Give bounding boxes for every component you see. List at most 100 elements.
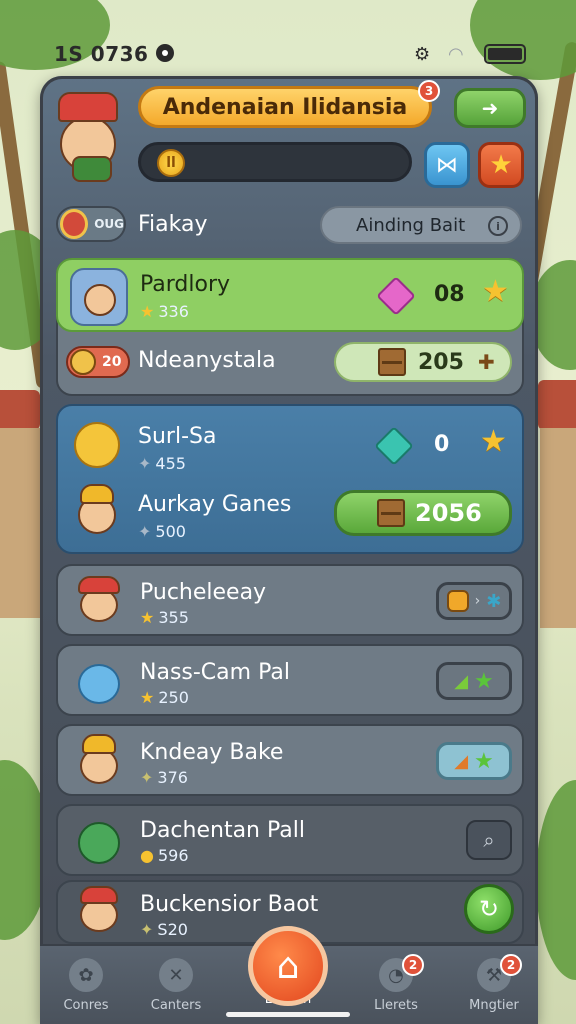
coin-icon: ● bbox=[140, 846, 154, 865]
item-name: Ndeanystala bbox=[138, 348, 276, 373]
character-avatar-icon bbox=[70, 884, 128, 942]
home-indicator bbox=[226, 1012, 350, 1017]
level-badge-text: OUG bbox=[94, 217, 124, 231]
home-button[interactable]: ⌂ bbox=[248, 926, 328, 1006]
shield-icon bbox=[60, 209, 89, 239]
item-score: ✦ 376 bbox=[140, 768, 188, 787]
crate-icon bbox=[378, 348, 406, 376]
title-notification-badge: 3 bbox=[418, 80, 440, 102]
item-name: Surl-Sa bbox=[138, 424, 217, 449]
badge-value: 20 bbox=[102, 354, 122, 370]
bookmark-button[interactable]: ⋈ bbox=[424, 142, 470, 188]
filter-row: OUG Fiakay Ainding Bait i bbox=[56, 204, 522, 246]
list-item[interactable]: Nass-Cam Pal ★ 250 ◢ ★ bbox=[56, 644, 524, 716]
item-icon bbox=[446, 590, 469, 612]
tab-canters[interactable]: ✕ Canters bbox=[136, 958, 216, 1013]
reward-button[interactable]: 2056 bbox=[334, 490, 512, 536]
list-item[interactable]: Dachentan Pall ● 596 ⌕ bbox=[56, 804, 524, 876]
star-icon: ★ bbox=[140, 302, 155, 321]
settings-gear-icon: ⚙ bbox=[414, 44, 431, 65]
status-time: 1S 0736 bbox=[54, 42, 149, 66]
plus-icon: ✚ bbox=[477, 350, 495, 374]
status-bar: 1S 0736 ⚙ ◠ bbox=[0, 0, 576, 80]
character-avatar-icon bbox=[70, 572, 128, 630]
bowtie-icon: ⋈ bbox=[436, 152, 458, 178]
item-score: ● 596 bbox=[140, 846, 189, 865]
sort-dropdown-value: Ainding Bait bbox=[356, 214, 466, 236]
item-score: ★ 250 bbox=[140, 688, 189, 707]
game-title-banner[interactable]: Andenaian Ilidansia bbox=[138, 86, 432, 128]
character-avatar-icon bbox=[68, 482, 126, 540]
item-name: Pucheleeay bbox=[140, 580, 267, 605]
item-name: Nass-Cam Pal bbox=[140, 660, 290, 685]
item-score: ★ 336 bbox=[140, 302, 189, 321]
leaf-icon: ◢ bbox=[454, 670, 469, 692]
row-action-button[interactable]: ◢ ★ bbox=[436, 662, 512, 700]
tab-conres[interactable]: ✿ Conres bbox=[46, 958, 126, 1013]
green-star-icon: ★ bbox=[474, 748, 494, 774]
crate-icon bbox=[377, 499, 405, 527]
star-icon: ✦ bbox=[138, 454, 152, 473]
search-button[interactable]: ⌕ bbox=[466, 820, 512, 860]
reward-bar: 205 ✚ bbox=[334, 342, 512, 382]
favorites-star-button[interactable]: ★ bbox=[478, 142, 524, 188]
green-star-icon: ★ bbox=[474, 668, 494, 694]
star-icon: ✦ bbox=[138, 522, 152, 541]
item-score: ✦ S20 bbox=[140, 920, 188, 939]
refresh-icon: ↻ bbox=[478, 895, 500, 923]
row-action-button[interactable]: › ✱ bbox=[436, 582, 512, 620]
pink-gem-icon bbox=[376, 276, 416, 316]
carrot-icon: ◢ bbox=[454, 750, 469, 772]
teal-gem-icon bbox=[374, 426, 414, 466]
item-score: ✦ 455 bbox=[138, 454, 186, 473]
game-title: Andenaian Ilidansia bbox=[162, 94, 408, 120]
item-score: ★ 355 bbox=[140, 608, 189, 627]
character-avatar-icon bbox=[70, 732, 128, 790]
character-avatar-icon bbox=[70, 268, 128, 326]
item-name: Buckensior Baot bbox=[140, 892, 319, 917]
star-icon: ★ bbox=[140, 688, 155, 707]
level-badge[interactable]: OUG bbox=[56, 206, 126, 242]
filter-label: Fiakay bbox=[138, 212, 208, 237]
list-item[interactable]: Kndeay Bake ✦ 376 ◢ ★ bbox=[56, 724, 524, 796]
star-icon: ✦ bbox=[140, 768, 154, 787]
item-name: Kndeay Bake bbox=[140, 740, 284, 765]
refresh-button[interactable]: ↻ bbox=[464, 884, 514, 934]
progress-bar: ll bbox=[138, 142, 412, 182]
tab-llerets-badge: 2 bbox=[402, 954, 424, 976]
list-item[interactable]: Aurkay Ganes ✦ 500 2056 bbox=[56, 480, 524, 546]
tab-mngtier[interactable]: ⚒ Mngtier bbox=[454, 958, 534, 1013]
swords-icon: ✕ bbox=[159, 958, 193, 992]
list-item[interactable]: Pucheleeay ★ 355 › ✱ bbox=[56, 564, 524, 636]
notification-dot-icon bbox=[156, 44, 174, 62]
item-name: Dachentan Pall bbox=[140, 818, 305, 843]
next-arrow-button[interactable]: ➜ bbox=[454, 88, 526, 128]
blue-creature-icon bbox=[70, 652, 128, 710]
list-item[interactable]: Pardlory ★ 336 08 ★ bbox=[56, 258, 524, 332]
gem-count: 0 bbox=[434, 432, 450, 457]
star-icon: ✦ bbox=[140, 920, 154, 939]
star-icon: ★ bbox=[140, 608, 155, 627]
player-avatar[interactable] bbox=[46, 86, 130, 182]
star-icon: ★ bbox=[482, 274, 509, 309]
sun-creature-icon bbox=[68, 414, 126, 472]
search-icon: ⌕ bbox=[483, 828, 495, 852]
coin-icon: ll bbox=[157, 149, 185, 177]
list-item[interactable]: 20 Ndeanystala 205 ✚ bbox=[56, 334, 524, 396]
medal-icon bbox=[70, 349, 96, 375]
list-item[interactable]: Surl-Sa ✦ 455 0 ★ bbox=[56, 412, 524, 478]
tab-mngtier-badge: 2 bbox=[500, 954, 522, 976]
row-action-button[interactable]: ◢ ★ bbox=[436, 742, 512, 780]
item-score: ✦ 500 bbox=[138, 522, 186, 541]
home-icon: ⌂ bbox=[276, 945, 300, 987]
sort-dropdown[interactable]: Ainding Bait i bbox=[320, 206, 522, 244]
info-icon[interactable]: i bbox=[488, 216, 508, 236]
green-creature-icon bbox=[70, 812, 128, 870]
flower-icon: ✿ bbox=[69, 958, 103, 992]
bug-icon: ✱ bbox=[486, 590, 502, 612]
tab-llerets[interactable]: ◔ Llerets bbox=[356, 958, 436, 1013]
star-icon: ★ bbox=[489, 150, 513, 180]
star-icon: ★ bbox=[480, 424, 507, 459]
wifi-icon: ◠ bbox=[448, 44, 464, 65]
arrow-right-icon: ➜ bbox=[481, 96, 499, 120]
